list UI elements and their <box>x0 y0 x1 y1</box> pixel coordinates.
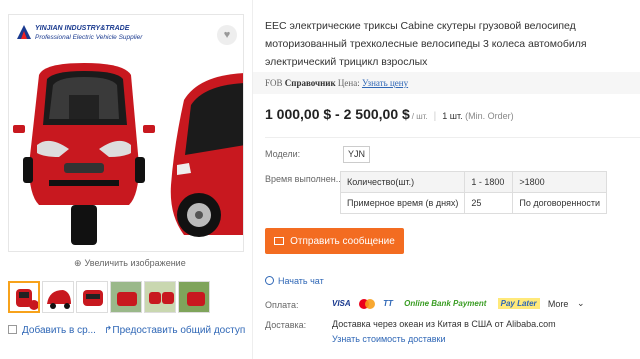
payment-methods: VISA TT Online Bank Payment Pay Later Mo… <box>332 298 596 310</box>
share-link[interactable]: ↱Предоставить общий доступ <box>104 325 245 336</box>
online-bank-payment-badge: Online Bank Payment <box>404 299 487 309</box>
thumbnail-2[interactable] <box>42 281 74 313</box>
chevron-down-icon: ⌄ <box>576 298 585 309</box>
car-side-view <box>170 73 243 237</box>
main-product-image[interactable]: YINJIAN INDUSTRY&TRADE Professional Elec… <box>8 14 244 252</box>
brand-logo-icon <box>17 25 31 39</box>
min-order-label: (Min. Order) <box>465 111 514 121</box>
thumbnail-6[interactable] <box>178 281 210 313</box>
car-front-view <box>13 63 155 245</box>
thumbnail-image <box>179 282 209 312</box>
product-gallery: YINJIAN INDUSTRY&TRADE Professional Elec… <box>0 0 253 359</box>
mastercard-icon <box>358 298 375 309</box>
tt-icon: TT <box>383 299 393 309</box>
pay-later-badge: Pay Later <box>497 298 540 310</box>
chat-icon <box>265 276 274 285</box>
send-message-button[interactable]: Отправить сообщение <box>265 228 404 254</box>
price-range: 1 000,00 $ - 2 500,00 $ <box>265 106 410 122</box>
thumbnail-image <box>111 282 141 312</box>
magnifier-icon: ⊕ <box>74 258 82 268</box>
lead-time-cell: 1 - 1800 <box>464 171 514 193</box>
visa-icon: VISA <box>332 299 351 309</box>
thumbnail-1[interactable] <box>8 281 40 313</box>
start-chat-link[interactable]: Начать чат <box>265 276 324 286</box>
lead-time-cell: 25 <box>464 192 514 214</box>
thumbnail-4[interactable] <box>110 281 142 313</box>
model-label: Модели: <box>265 149 301 159</box>
shipping-text: Доставка через океан из Китая в США от A… <box>332 319 556 329</box>
thumbnail-5[interactable] <box>144 281 176 313</box>
compare-checkbox[interactable] <box>8 325 17 334</box>
add-to-compare[interactable]: Добавить в ср... <box>8 325 96 336</box>
price-unit: / шт. <box>411 112 428 121</box>
brand-tagline: Professional Electric Vehicle Supplier <box>35 34 143 41</box>
product-title: EEC электрические триксы Cabine скутеры … <box>265 20 587 68</box>
fob-price-label: Цена: <box>337 78 360 88</box>
fob-price-line: FOB Справочник Цена: Узнать цену <box>265 78 408 88</box>
lead-time-cell: Примерное время (в днях) <box>339 192 466 214</box>
zoom-label: Увеличить изображение <box>84 258 186 268</box>
thumbnail-image <box>83 290 103 306</box>
price-divider: | <box>433 111 437 122</box>
favorite-heart-icon[interactable]: ♥ <box>217 25 237 45</box>
product-page: YINJIAN INDUSTRY&TRADE Professional Elec… <box>0 0 640 359</box>
add-to-compare-label: Добавить в ср... <box>22 325 96 336</box>
fob-reference: Справочник <box>284 78 336 88</box>
min-order: 1 шт. (Min. Order) <box>442 111 513 121</box>
get-price-link[interactable]: Узнать цену <box>362 78 408 88</box>
start-chat-label: Начать чат <box>278 276 324 286</box>
thumbnail-image <box>16 289 38 310</box>
payment-more-dropdown[interactable]: More ⌄ <box>548 298 591 309</box>
fob-prefix: FOB <box>265 78 283 88</box>
shipping-cost-link[interactable]: Узнать стоимость доставки <box>332 334 446 344</box>
envelope-icon <box>274 237 285 245</box>
lead-time-table: Количество(шт.) 1 - 1800 >1800 Примерное… <box>339 171 608 214</box>
model-option[interactable]: YJN <box>343 146 371 163</box>
lead-time-cell: >1800 <box>512 171 608 193</box>
lead-time-cell: По договоренности <box>512 192 608 214</box>
lead-time-cell: Количество(шт.) <box>339 171 466 193</box>
car-photo <box>13 63 243 245</box>
thumbnail-image <box>145 282 175 312</box>
lead-time-row: Количество(шт.) 1 - 1800 >1800 <box>339 171 608 193</box>
lead-time-label: Время выполнен... <box>265 174 344 184</box>
divider <box>265 137 640 138</box>
more-label: More <box>547 298 569 309</box>
brand-name: YINJIAN INDUSTRY&TRADE <box>35 25 130 32</box>
lead-time-row: Примерное время (в днях) 25 По договорен… <box>339 192 608 214</box>
send-message-label: Отправить сообщение <box>290 235 395 247</box>
zoom-image-link[interactable]: ⊕ Увеличить изображение <box>74 258 186 269</box>
payment-label: Оплата: <box>265 300 299 310</box>
share-label: Предоставить общий доступ <box>112 325 246 336</box>
thumbnail-image <box>47 290 71 309</box>
shipping-label: Доставка: <box>265 320 307 330</box>
min-order-qty: 1 шт. <box>442 111 463 121</box>
price-row: 1 000,00 $ - 2 500,00 $ / шт. | 1 шт. (Min.… <box>265 106 514 124</box>
thumbnail-3[interactable] <box>76 281 108 313</box>
